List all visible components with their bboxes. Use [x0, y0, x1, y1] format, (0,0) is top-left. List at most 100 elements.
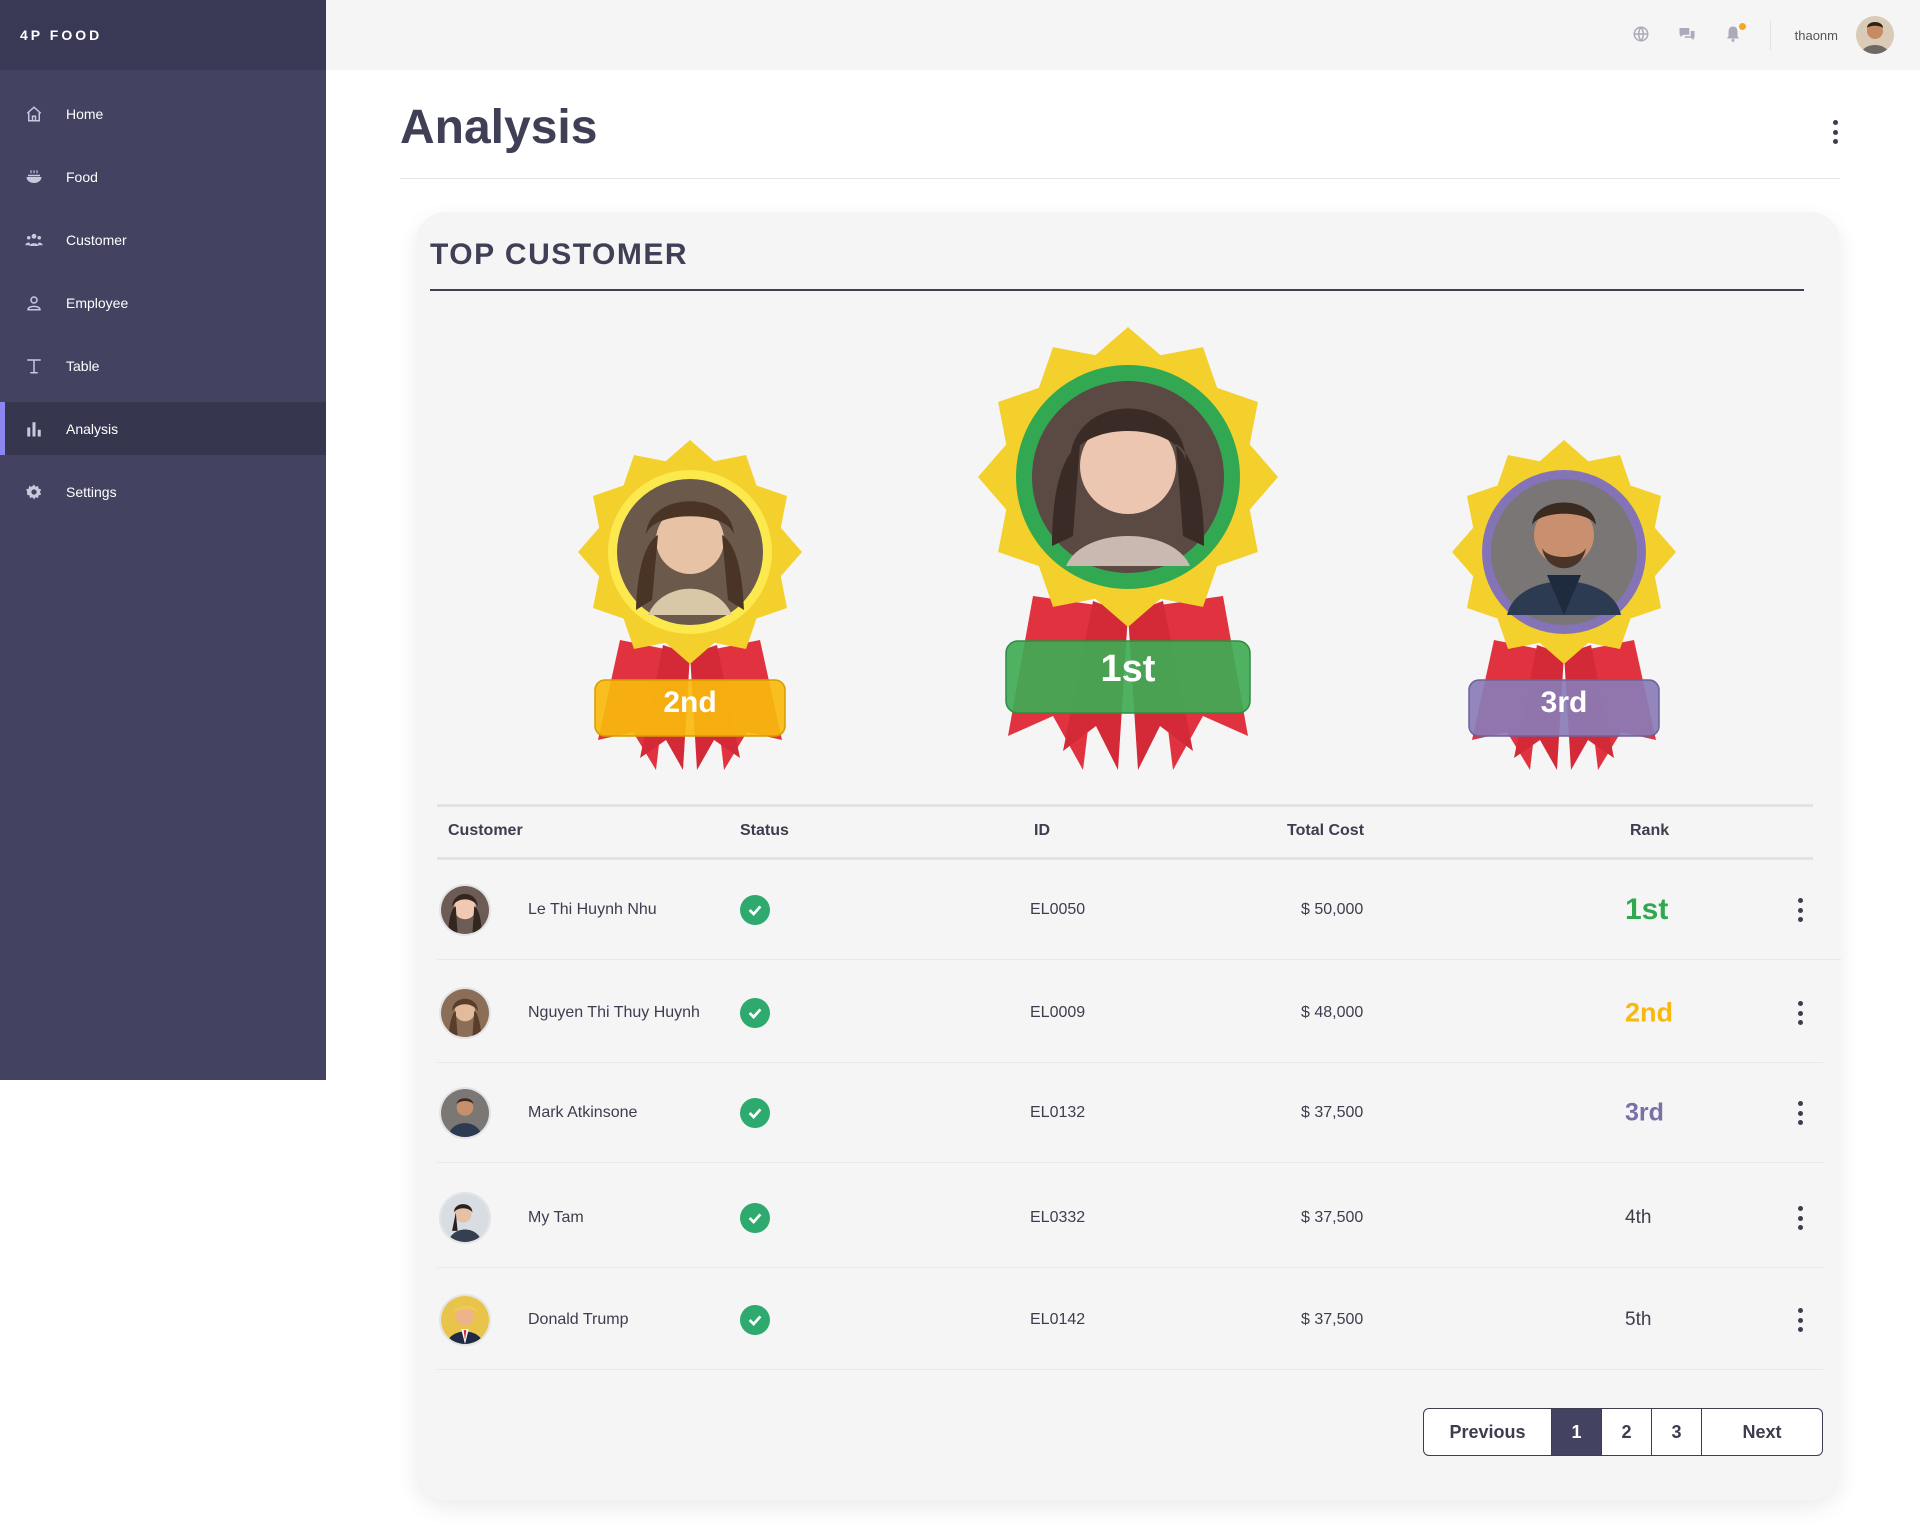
globe-icon[interactable]: [1632, 25, 1652, 45]
sidebar-item-label: Settings: [66, 483, 117, 500]
page-2-button[interactable]: 2: [1602, 1409, 1652, 1455]
gear-icon: [24, 482, 44, 502]
top-bar: thaonm: [326, 0, 1920, 70]
customer-id: EL0132: [1030, 1104, 1086, 1121]
sidebar-item-home[interactable]: Home: [0, 87, 326, 140]
sidebar-item-table[interactable]: Table: [0, 339, 326, 392]
medal-label: 2nd: [663, 686, 717, 719]
customer-name: Le Thi Huynh Nhu: [528, 901, 657, 918]
users-icon: [24, 230, 44, 250]
dot-icon: [1797, 1120, 1803, 1125]
notification-dot: [1738, 23, 1746, 30]
row-divider: [437, 1162, 1823, 1163]
table-row[interactable]: Mark Atkinsone EL0132 $ 37,500 3rd: [437, 1063, 1823, 1163]
column-header-id[interactable]: ID: [1034, 822, 1050, 840]
column-header-total-cost[interactable]: Total Cost: [1287, 822, 1364, 840]
total-cost: $ 50,000: [1301, 901, 1364, 918]
dot-icon: [1797, 1101, 1803, 1106]
sidebar-item-label: Table: [66, 357, 100, 374]
row-more-menu-button[interactable]: [1792, 1206, 1808, 1230]
page-more-menu-button[interactable]: [1827, 120, 1843, 144]
card-title-underline: [430, 289, 1804, 291]
medal-first-place[interactable]: 1st: [978, 326, 1278, 770]
dot-icon: [1832, 139, 1838, 144]
divider: [1769, 20, 1771, 50]
table-row[interactable]: Le Thi Huynh Nhu EL0050 $ 50,000 1st: [437, 860, 1841, 960]
table-row[interactable]: Donald Trump EL0142 $ 37,500 5th: [437, 1270, 1823, 1370]
column-header-customer[interactable]: Customer: [448, 822, 523, 840]
avatar[interactable]: [1856, 16, 1894, 54]
table-row[interactable]: Nguyen Thi Thuy Huynh EL0009 $ 48,000 2n…: [437, 963, 1823, 1063]
medal-label: 1st: [1100, 648, 1156, 690]
status-check-icon: [740, 1305, 770, 1335]
dot-icon: [1832, 120, 1838, 125]
dot-icon: [1797, 1225, 1803, 1230]
rank-badge: 3rd: [1625, 1098, 1664, 1127]
dot-icon: [1797, 1215, 1803, 1221]
customer-name: Nguyen Thi Thuy Huynh: [528, 1004, 700, 1021]
total-cost: $ 37,500: [1301, 1209, 1364, 1226]
home-icon: [24, 104, 44, 124]
sidebar-item-label: Home: [66, 105, 104, 122]
rank-badge: 1st: [1625, 893, 1669, 926]
row-divider: [437, 959, 1841, 960]
dot-icon: [1797, 898, 1803, 903]
sidebar-item-employee[interactable]: Employee: [0, 276, 326, 329]
dot-icon: [1797, 1001, 1803, 1006]
sidebar-item-label: Employee: [66, 294, 129, 311]
user-icon: [24, 293, 44, 313]
table-icon: [24, 356, 44, 376]
customer-id: EL0050: [1030, 901, 1086, 918]
row-more-menu-button[interactable]: [1792, 1101, 1808, 1125]
sidebar-item-label: Analysis: [66, 420, 119, 437]
row-more-menu-button[interactable]: [1792, 898, 1808, 922]
table-row[interactable]: My Tam EL0332 $ 37,500 4th: [437, 1168, 1823, 1268]
row-more-menu-button[interactable]: [1792, 1001, 1808, 1025]
dot-icon: [1797, 1317, 1803, 1323]
dot-icon: [1832, 129, 1838, 135]
avatar: [439, 1192, 491, 1244]
customer-id: EL0332: [1030, 1209, 1086, 1226]
column-header-rank[interactable]: Rank: [1630, 822, 1669, 840]
page-1-button[interactable]: 1: [1552, 1409, 1602, 1455]
rank-badge: 4th: [1625, 1207, 1652, 1228]
avatar: [439, 987, 491, 1039]
pagination: Previous 1 2 3 Next: [1423, 1408, 1823, 1456]
username[interactable]: thaonm: [1795, 28, 1838, 43]
medal-third-place[interactable]: 3rd: [1452, 440, 1676, 770]
chat-icon[interactable]: [1678, 25, 1698, 45]
medal-second-place[interactable]: 2nd: [578, 440, 802, 770]
row-more-menu-button[interactable]: [1792, 1308, 1808, 1332]
customer-id: EL0142: [1030, 1311, 1086, 1328]
dot-icon: [1797, 907, 1803, 913]
rank-badge: 5th: [1625, 1309, 1652, 1330]
row-divider: [437, 1369, 1823, 1370]
sidebar-item-analysis[interactable]: Analysis: [0, 402, 326, 455]
sidebar-item-settings[interactable]: Settings: [0, 465, 326, 518]
total-cost: $ 48,000: [1301, 1004, 1364, 1021]
dot-icon: [1797, 1308, 1803, 1313]
dot-icon: [1797, 917, 1803, 922]
brand-logo[interactable]: 4P FOOD: [0, 0, 326, 70]
avatar: [439, 1294, 491, 1346]
bar-chart-icon: [24, 419, 44, 439]
bell-icon[interactable]: [1724, 23, 1746, 45]
table-top-border: [437, 804, 1813, 807]
page-title: Analysis: [400, 101, 598, 154]
page-3-button[interactable]: 3: [1652, 1409, 1702, 1455]
rank-badge: 2nd: [1625, 997, 1674, 1028]
sidebar-item-customer[interactable]: Customer: [0, 213, 326, 266]
medal-label: 3rd: [1540, 686, 1588, 719]
status-check-icon: [740, 1203, 770, 1233]
total-cost: $ 37,500: [1301, 1104, 1364, 1121]
sidebar-item-label: Food: [66, 168, 98, 185]
next-page-button[interactable]: Next: [1702, 1409, 1822, 1455]
customer-name: My Tam: [528, 1209, 584, 1226]
total-cost: $ 37,500: [1301, 1311, 1364, 1328]
row-divider: [437, 1267, 1823, 1268]
column-header-status[interactable]: Status: [740, 822, 789, 840]
status-check-icon: [740, 1098, 770, 1128]
previous-page-button[interactable]: Previous: [1424, 1409, 1552, 1455]
sidebar-item-food[interactable]: Food: [0, 150, 326, 203]
avatar: [439, 1087, 491, 1139]
